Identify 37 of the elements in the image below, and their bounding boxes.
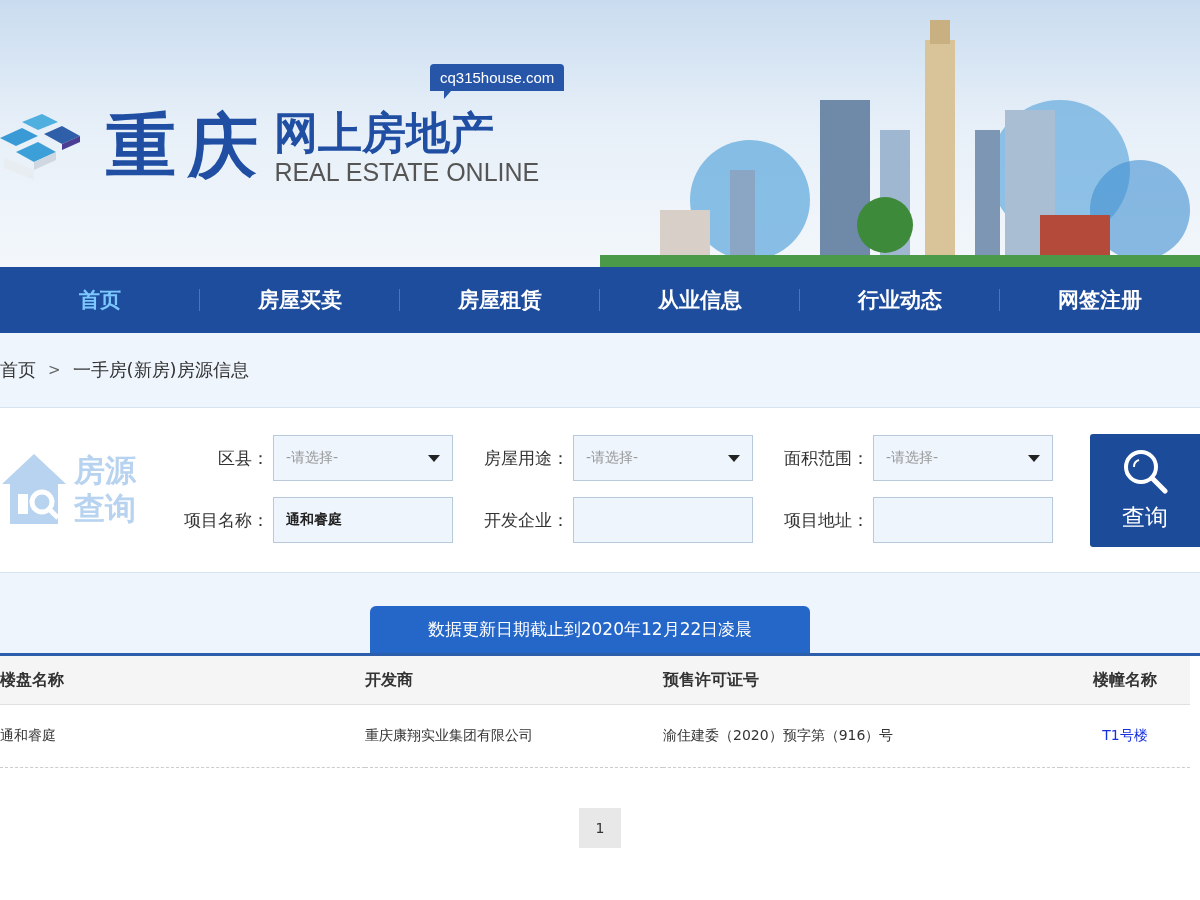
nav-item[interactable]: 从业信息 [600, 267, 800, 333]
breadcrumb-link[interactable]: 一手房(新房)房源信息 [72, 358, 249, 382]
breadcrumb-link[interactable]: 首页 [0, 358, 36, 382]
field-label: 面积范围： [784, 446, 870, 470]
column-header: 开发商 [365, 656, 663, 705]
input-field[interactable]: 通和睿庭 [273, 497, 453, 543]
caret-icon [428, 454, 440, 462]
field-label: 房屋用途： [484, 446, 570, 470]
column-header: 预售许可证号 [663, 656, 1060, 705]
nav-item[interactable]: 首页 [0, 267, 200, 333]
caret-icon [728, 454, 740, 462]
search-icon [1122, 448, 1168, 494]
nav-item[interactable]: 网签注册 [1000, 267, 1200, 333]
nav-item[interactable]: 房屋租赁 [400, 267, 600, 333]
page-number[interactable]: 1 [579, 808, 621, 848]
field-label: 项目地址： [784, 508, 870, 532]
nav-item[interactable]: 房屋买卖 [200, 267, 400, 333]
table-cell: 渝住建委（2020）预字第（916）号 [663, 705, 1060, 768]
url-badge: cq315house.com [430, 64, 565, 99]
column-header: 楼幢名称 [1060, 656, 1190, 705]
table-cell: 重庆康翔实业集团有限公司 [365, 705, 663, 768]
field-label: 项目名称： [184, 508, 270, 532]
table-cell: 通和睿庭 [0, 705, 365, 768]
caret-icon [1028, 454, 1040, 462]
logo-subtitle: REAL ESTATE ONLINE [274, 157, 540, 187]
field-label: 开发企业： [484, 508, 570, 532]
input-field[interactable] [573, 497, 753, 543]
input-field[interactable] [873, 497, 1053, 543]
logo-title: 网上房地产 [274, 107, 496, 158]
column-header: 楼盘名称 [0, 656, 365, 705]
search-badge-title: 房源 查询 [74, 451, 136, 527]
logo-city-name: 重 庆 [106, 103, 253, 189]
field-label: 区县： [218, 446, 270, 470]
breadcrumb-separator: > [48, 361, 61, 379]
building-link[interactable]: T1号楼 [1102, 727, 1148, 745]
nav-item[interactable]: 行业动态 [800, 267, 1000, 333]
search-button[interactable]: 查询 [1090, 434, 1200, 547]
